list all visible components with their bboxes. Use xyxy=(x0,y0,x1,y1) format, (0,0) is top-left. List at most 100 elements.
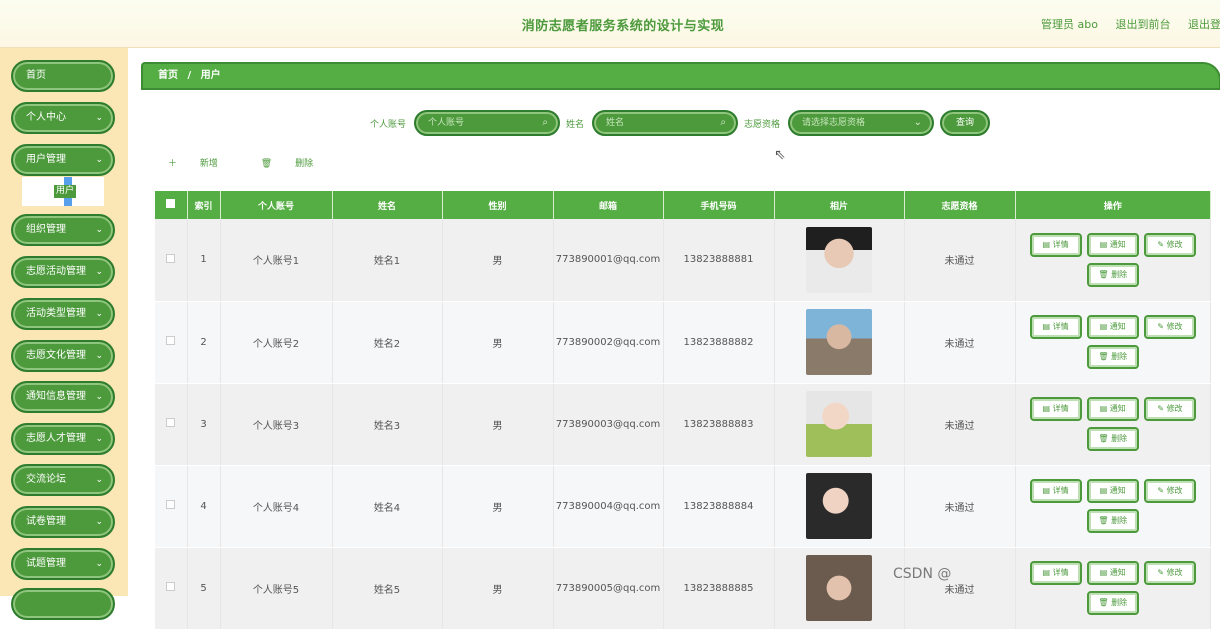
column-header: 手机号码 xyxy=(663,191,775,219)
qualification-select[interactable]: 请选择志愿资格 ⌄ xyxy=(788,110,934,136)
sidebar-item-forum[interactable]: 交流论坛 ⌄ xyxy=(11,464,115,496)
breadcrumb-home[interactable]: 首页 xyxy=(158,70,178,81)
edit-button[interactable]: ✎ 修改 xyxy=(1143,479,1196,503)
detail-button[interactable]: ▤ 详情 xyxy=(1029,232,1082,257)
detail-button[interactable]: ▤ 详情 xyxy=(1029,561,1082,585)
table-row: 4 个人账号4 姓名4 男 773890004@qq.com 138238888… xyxy=(155,465,1211,548)
row-checkbox[interactable] xyxy=(155,383,188,466)
sidebar-item-talent[interactable]: 志愿人才管理 ⌄ xyxy=(11,423,115,455)
chevron-down-icon: ⌄ xyxy=(913,117,922,128)
chevron-down-icon: ⌄ xyxy=(95,309,103,319)
checkbox-icon xyxy=(166,418,176,427)
add-button[interactable]: ＋ 新增 xyxy=(168,159,238,169)
select-all-checkbox[interactable] xyxy=(155,191,188,219)
cell-phone: 13823888881 xyxy=(663,219,775,302)
sidebar-item-exam-paper[interactable]: 试卷管理 ⌄ xyxy=(11,506,115,538)
notify-label: 通知 xyxy=(1109,322,1126,331)
cell-email: 773890005@qq.com xyxy=(553,547,664,630)
cell-name: 姓名2 xyxy=(332,301,443,384)
document-icon: ▤ xyxy=(1099,404,1110,413)
cell-email: 773890002@qq.com xyxy=(553,301,664,384)
account-label: 个人账号 xyxy=(370,120,407,130)
notify-button[interactable]: ▤ 通知 xyxy=(1086,561,1139,585)
sidebar-item-user-management[interactable]: 用户管理 ⌄ xyxy=(11,144,115,176)
account-search-input[interactable]: 个人账号 ⌕ xyxy=(414,110,560,136)
trash-icon: 🗑 xyxy=(1098,352,1112,361)
sidebar-item-more[interactable] xyxy=(11,588,115,620)
notify-button[interactable]: ▤ 通知 xyxy=(1086,479,1139,503)
qualification-label: 志愿资格 xyxy=(744,120,781,130)
cell-account: 个人账号4 xyxy=(220,465,333,548)
detail-label: 详情 xyxy=(1052,568,1069,577)
sidebar-item-volunteer-activity[interactable]: 志愿活动管理 ⌄ xyxy=(11,256,115,288)
batch-delete-button[interactable]: 🗑 删除 xyxy=(261,159,333,169)
breadcrumb: 首页 / 用户 xyxy=(141,62,1220,90)
row-checkbox[interactable] xyxy=(155,465,188,548)
user-photo[interactable] xyxy=(806,309,872,375)
delete-row-button[interactable]: 🗑 删除 xyxy=(1086,591,1139,615)
row-checkbox[interactable] xyxy=(155,301,188,384)
notify-button[interactable]: ▤ 通知 xyxy=(1086,232,1139,257)
edit-button[interactable]: ✎ 修改 xyxy=(1143,232,1196,257)
edit-label: 修改 xyxy=(1166,568,1183,577)
column-header: 性别 xyxy=(442,191,554,219)
sidebar-item-label: 活动类型管理 xyxy=(26,308,86,319)
query-button[interactable]: 查询 xyxy=(940,110,990,136)
user-photo[interactable] xyxy=(806,226,872,293)
chevron-down-icon: ⌄ xyxy=(95,517,103,527)
detail-label: 详情 xyxy=(1052,486,1069,495)
checkbox-icon xyxy=(166,500,176,509)
name-search-input[interactable]: 姓名 ⌕ xyxy=(592,110,738,136)
delete-row-button[interactable]: 🗑 删除 xyxy=(1086,345,1139,369)
sidebar-subitem-user[interactable]: 用户 xyxy=(22,177,104,206)
search-icon: ⌕ xyxy=(720,117,726,128)
cell-gender: 男 xyxy=(442,301,554,384)
table-row: 2 个人账号2 姓名2 男 773890002@qq.com 138238888… xyxy=(155,301,1211,384)
delete-row-button[interactable]: 🗑 删除 xyxy=(1086,427,1139,451)
logout-link[interactable]: 退出登录 xyxy=(1188,18,1220,31)
edit-button[interactable]: ✎ 修改 xyxy=(1143,315,1196,339)
detail-label: 详情 xyxy=(1052,404,1069,413)
sidebar-item-label: 志愿文化管理 xyxy=(26,350,86,361)
detail-button[interactable]: ▤ 详情 xyxy=(1029,479,1082,503)
delete-row-button[interactable]: 🗑 删除 xyxy=(1086,509,1139,533)
cell-index: 3 xyxy=(187,383,221,466)
cell-email: 773890003@qq.com xyxy=(553,383,664,466)
delete-button-label: 删除 xyxy=(295,159,314,169)
sidebar-item-home[interactable]: 首页 xyxy=(11,60,115,92)
breadcrumb-separator: / xyxy=(187,70,192,81)
notify-label: 通知 xyxy=(1109,486,1126,495)
edit-button[interactable]: ✎ 修改 xyxy=(1143,397,1196,421)
sidebar-item-label: 用户管理 xyxy=(26,154,66,165)
sidebar-subitem-label: 用户 xyxy=(54,185,77,198)
detail-button[interactable]: ▤ 详情 xyxy=(1029,397,1082,421)
sidebar-item-label: 志愿人才管理 xyxy=(26,433,86,444)
notify-button[interactable]: ▤ 通知 xyxy=(1086,397,1139,421)
back-front-link[interactable]: 退出到前台 xyxy=(1116,18,1171,31)
delete-row-button[interactable]: 🗑 删除 xyxy=(1086,262,1139,287)
sidebar-item-activity-type[interactable]: 活动类型管理 ⌄ xyxy=(11,298,115,330)
sidebar-item-organization[interactable]: 组织管理 ⌄ xyxy=(11,214,115,246)
name-placeholder: 姓名 xyxy=(606,118,625,128)
edit-button[interactable]: ✎ 修改 xyxy=(1143,561,1196,585)
cell-operations: ▤ 详情 ▤ 通知 ✎ 修改 🗑 删除 xyxy=(1015,465,1211,548)
cell-index: 5 xyxy=(187,547,221,630)
sidebar-item-notice[interactable]: 通知信息管理 ⌄ xyxy=(11,381,115,413)
sidebar-item-volunteer-culture[interactable]: 志愿文化管理 ⌄ xyxy=(11,340,115,372)
cell-name: 姓名1 xyxy=(332,219,443,302)
delete-label: 删除 xyxy=(1111,269,1128,279)
table-row: 3 个人账号3 姓名3 男 773890003@qq.com 138238888… xyxy=(155,383,1211,466)
document-icon: ▤ xyxy=(1099,239,1110,249)
chevron-down-icon: ⌄ xyxy=(95,559,103,569)
pencil-icon: ✎ xyxy=(1157,322,1167,331)
user-photo[interactable] xyxy=(806,555,872,621)
column-header: 姓名 xyxy=(332,191,443,219)
notify-button[interactable]: ▤ 通知 xyxy=(1086,315,1139,339)
user-photo[interactable] xyxy=(806,391,872,457)
row-checkbox[interactable] xyxy=(155,219,188,302)
sidebar-item-question[interactable]: 试题管理 ⌄ xyxy=(11,548,115,580)
user-table: 索引 个人账号 姓名 性别 邮箱 手机号码 相片 志愿资格 操作 1 个人账号1… xyxy=(155,191,1211,630)
user-photo[interactable] xyxy=(806,473,872,539)
detail-button[interactable]: ▤ 详情 xyxy=(1029,315,1082,339)
row-checkbox[interactable] xyxy=(155,547,188,630)
